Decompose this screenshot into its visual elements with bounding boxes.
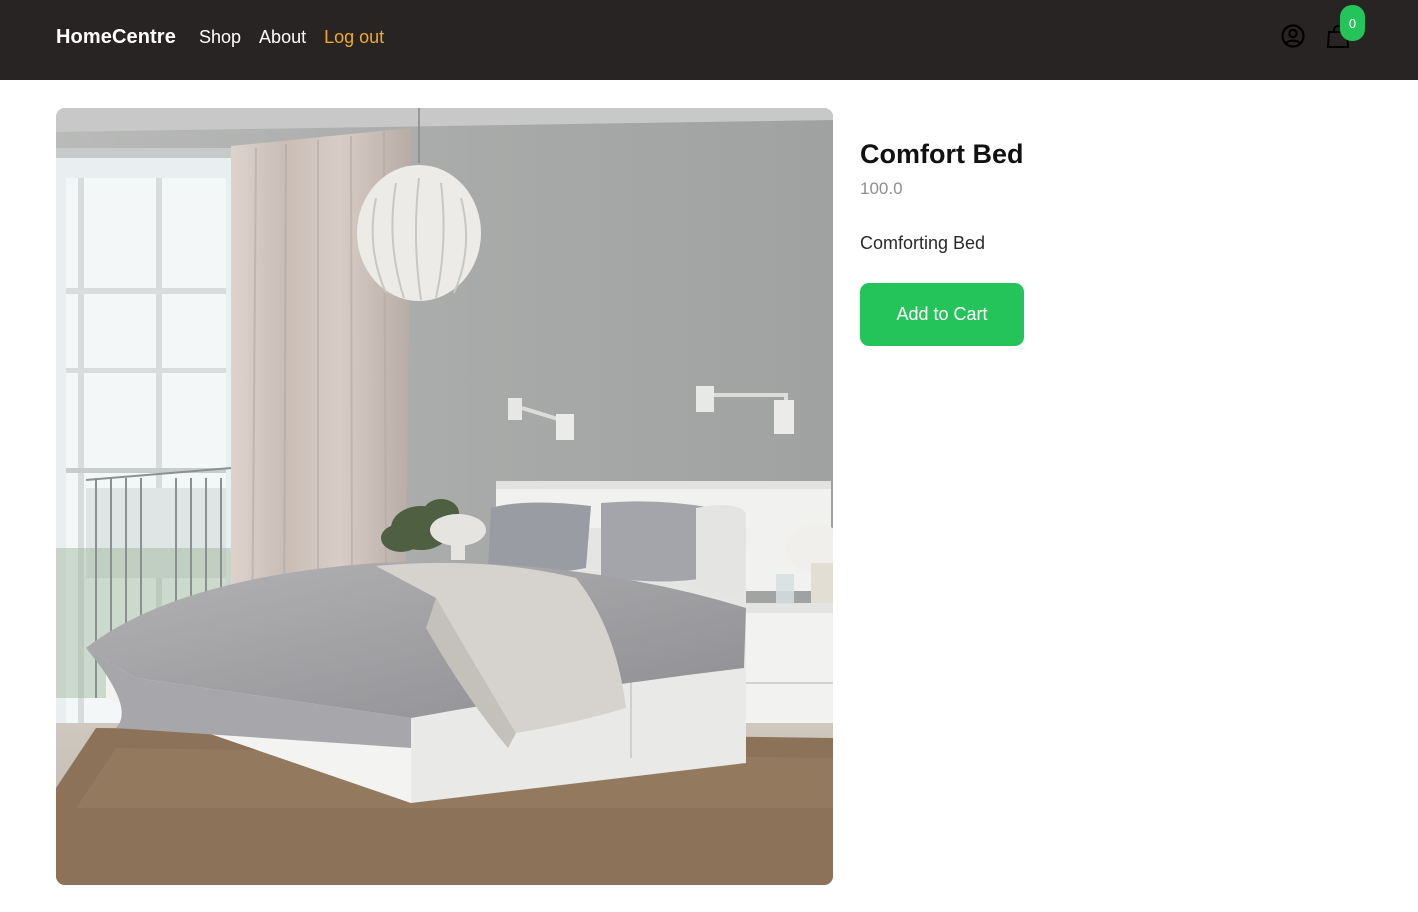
product-description: Comforting Bed — [860, 233, 986, 253]
main-nav: Shop About Log out — [199, 25, 384, 49]
nav-link-about[interactable]: About — [259, 25, 306, 49]
brand-logo-link[interactable]: HomeCentre — [56, 26, 176, 49]
add-to-cart-button[interactable]: Add to Cart — [860, 283, 1024, 346]
product-image — [56, 108, 833, 885]
nav-link-shop[interactable]: Shop — [199, 25, 241, 49]
user-circle-icon[interactable] — [1280, 23, 1306, 49]
product-title: Comfort Bed — [860, 139, 1024, 169]
nav-link-logout[interactable]: Log out — [324, 25, 384, 49]
product-price: 100.0 — [860, 179, 903, 198]
cart-count-badge: 0 — [1340, 5, 1365, 41]
top-navbar: HomeCentre Shop About Log out 0 — [0, 0, 1418, 80]
